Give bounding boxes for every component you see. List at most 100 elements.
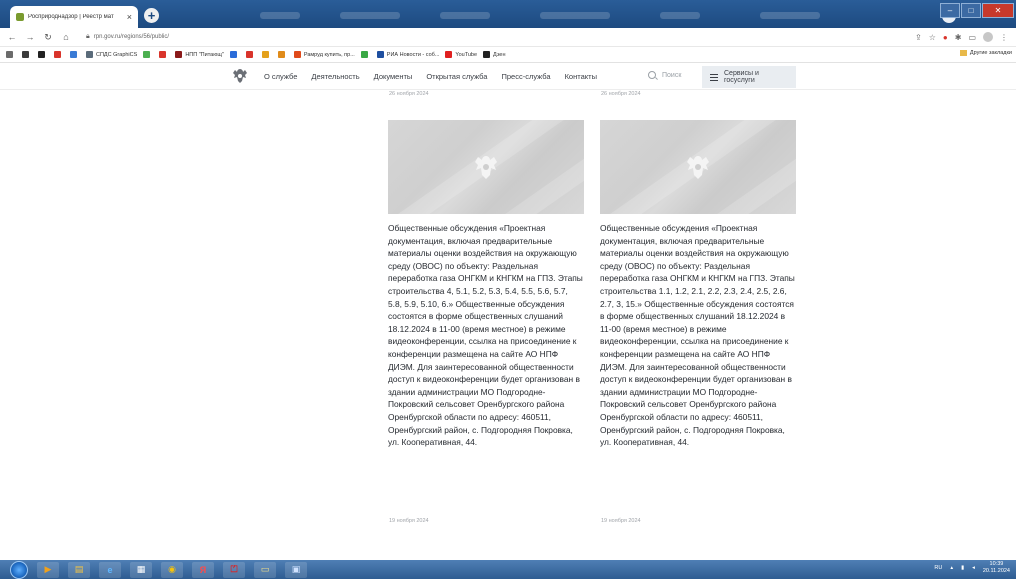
bookmark-label: НПП "Питающ" (185, 51, 224, 58)
site-nav-item[interactable]: Документы (374, 72, 413, 81)
bookmark-item[interactable] (143, 51, 153, 58)
reload-icon[interactable]: ↻ (42, 32, 54, 43)
bookmark-item[interactable]: Дзен (483, 51, 506, 58)
bookmark-favicon-icon (159, 51, 167, 58)
bookmark-item[interactable]: СПДС GraphiCS (86, 51, 137, 58)
blurred-tab[interactable] (340, 12, 400, 19)
tray-arrow-icon[interactable]: ▴ (950, 565, 953, 571)
bookmark-item[interactable]: НПП "Питающ" (175, 51, 224, 58)
maximize-button[interactable]: □ (961, 3, 981, 18)
windows-taskbar: ▶ ▤ e ▦ ◉ Я ⏍ ▭ ▣ RU ▴ ▮ ◂ 10:39 20.11.2… (0, 560, 1016, 579)
bookmark-item[interactable] (360, 51, 371, 58)
tab-close-icon[interactable]: × (127, 12, 132, 22)
bookmark-item[interactable] (54, 51, 64, 58)
app-icon[interactable]: ▦ (130, 561, 152, 578)
bookmark-favicon-icon (277, 51, 285, 58)
language-indicator[interactable]: RU (934, 565, 942, 571)
card-image[interactable] (388, 120, 584, 214)
bookmark-item[interactable] (159, 51, 169, 58)
bookmark-item[interactable] (22, 51, 32, 58)
volume-icon[interactable]: ◂ (972, 565, 975, 571)
notes-icon[interactable]: ▭ (254, 561, 276, 578)
bookmark-item[interactable] (277, 51, 288, 58)
clock-date: 20.11.2024 (982, 568, 1010, 574)
bookmark-item[interactable] (70, 51, 80, 58)
chrome-icon[interactable]: ◉ (161, 561, 183, 578)
emblem-icon[interactable] (230, 67, 250, 85)
site-nav: О службе Деятельность Документы Открытая сл… (264, 72, 611, 81)
explorer-icon[interactable]: ▤ (68, 561, 90, 578)
services-button[interactable]: Сервисы и госуслуги (702, 66, 796, 88)
site-nav-item[interactable]: О службе (264, 72, 297, 81)
site-search[interactable]: Поиск (648, 71, 681, 79)
blurred-tab[interactable] (760, 12, 820, 19)
clock[interactable]: 10:39 20.11.2024 (983, 561, 1010, 575)
search-icon (648, 71, 656, 79)
home-icon[interactable]: ⌂ (60, 32, 72, 42)
other-bookmarks-label: Другие закладки (969, 50, 1012, 56)
address-bar[interactable]: 🔒︎ rpn.gov.ru/regions/56/public/ (86, 30, 915, 44)
emblem-icon (687, 156, 709, 179)
bookmark-item[interactable]: YouTube (445, 51, 477, 58)
bookmark-favicon-icon (245, 51, 253, 58)
back-icon[interactable]: ← (6, 32, 18, 42)
close-window-button[interactable]: ✕ (982, 3, 1014, 18)
lock-icon: 🔒︎ (86, 33, 90, 40)
new-tab-button[interactable]: + (144, 8, 159, 23)
search-label: Поиск (662, 71, 682, 79)
bookmark-label: РИА Новости - соб... (386, 51, 440, 58)
bookmark-item[interactable]: Рамруд купить, пр... (293, 51, 355, 58)
bookmark-favicon-icon (6, 51, 13, 58)
extensions-icon[interactable]: ✱ (955, 33, 962, 42)
forward-icon[interactable]: → (24, 32, 36, 42)
site-nav-item[interactable]: Деятельность (311, 72, 359, 81)
menu-icon[interactable]: ⋮ (1000, 33, 1008, 42)
site-nav-item[interactable]: Контакты (565, 72, 597, 81)
bookmark-favicon-icon (445, 51, 453, 58)
toolbar-actions: ⇪ ☆ ● ✱ ▭ ⋮ (915, 32, 1008, 42)
browser-tab[interactable]: Росприроднадзор | Реестр мат × (10, 6, 138, 28)
share-icon[interactable]: ⇪ (915, 33, 922, 42)
media-player-icon[interactable]: ▶ (37, 561, 59, 578)
bookmark-item[interactable] (229, 51, 240, 58)
card-title-link[interactable]: Общественные обсуждения «Проектная докум… (388, 222, 584, 449)
bookmark-favicon-icon (229, 51, 237, 58)
profile-avatar[interactable] (983, 32, 993, 42)
bookmark-item[interactable]: РИА Новости - соб... (376, 51, 440, 58)
start-button[interactable] (10, 560, 28, 579)
blurred-tab[interactable] (540, 12, 610, 19)
clock-time: 10:39 (989, 561, 1004, 567)
extension-icon[interactable]: ● (943, 33, 948, 42)
pdf-icon[interactable]: ⏍ (223, 561, 245, 578)
card-image[interactable] (600, 120, 796, 214)
card-title-link[interactable]: Общественные обсуждения «Проектная докум… (600, 222, 796, 449)
services-label: Сервисы и госуслуги (724, 70, 759, 84)
bookmark-item[interactable] (261, 51, 272, 58)
bookmark-favicon-icon (376, 51, 384, 58)
blurred-tab[interactable] (440, 12, 490, 19)
bookmark-item[interactable] (38, 51, 48, 58)
bookmark-label: СПДС GraphiCS (96, 51, 138, 58)
bookmark-star-icon[interactable]: ☆ (929, 33, 936, 42)
bookmark-label: Рамруд купить, пр... (303, 51, 355, 58)
bookmark-label: YouTube (455, 51, 478, 58)
bookmark-favicon-icon (70, 51, 77, 58)
sidepanel-icon[interactable]: ▭ (968, 33, 976, 42)
yandex-icon[interactable]: Я (192, 561, 214, 578)
bookmark-favicon-icon (293, 51, 301, 58)
url-text: rpn.gov.ru/regions/56/public/ (93, 34, 170, 40)
blurred-tab[interactable] (660, 12, 700, 19)
browser-tab-bar: Росприроднадзор | Реестр мат × + ⌄ – □ ✕ (0, 0, 1016, 28)
site-nav-item[interactable]: Пресс-служба (501, 72, 550, 81)
system-tray: RU ▴ ▮ ◂ 10:39 20.11.2024 (934, 561, 1010, 575)
network-icon[interactable]: ▮ (961, 565, 964, 571)
minimize-button[interactable]: – (940, 3, 960, 18)
bookmark-item[interactable] (6, 51, 16, 58)
other-bookmarks[interactable]: Другие закладки (959, 50, 1012, 56)
bookmark-item[interactable] (245, 51, 256, 58)
blurred-tab[interactable] (260, 12, 300, 19)
window-icon[interactable]: ▣ (285, 561, 307, 578)
site-nav-item[interactable]: Открытая служба (426, 72, 487, 81)
bookmark-favicon-icon (38, 51, 45, 58)
ie-icon[interactable]: e (99, 561, 121, 578)
